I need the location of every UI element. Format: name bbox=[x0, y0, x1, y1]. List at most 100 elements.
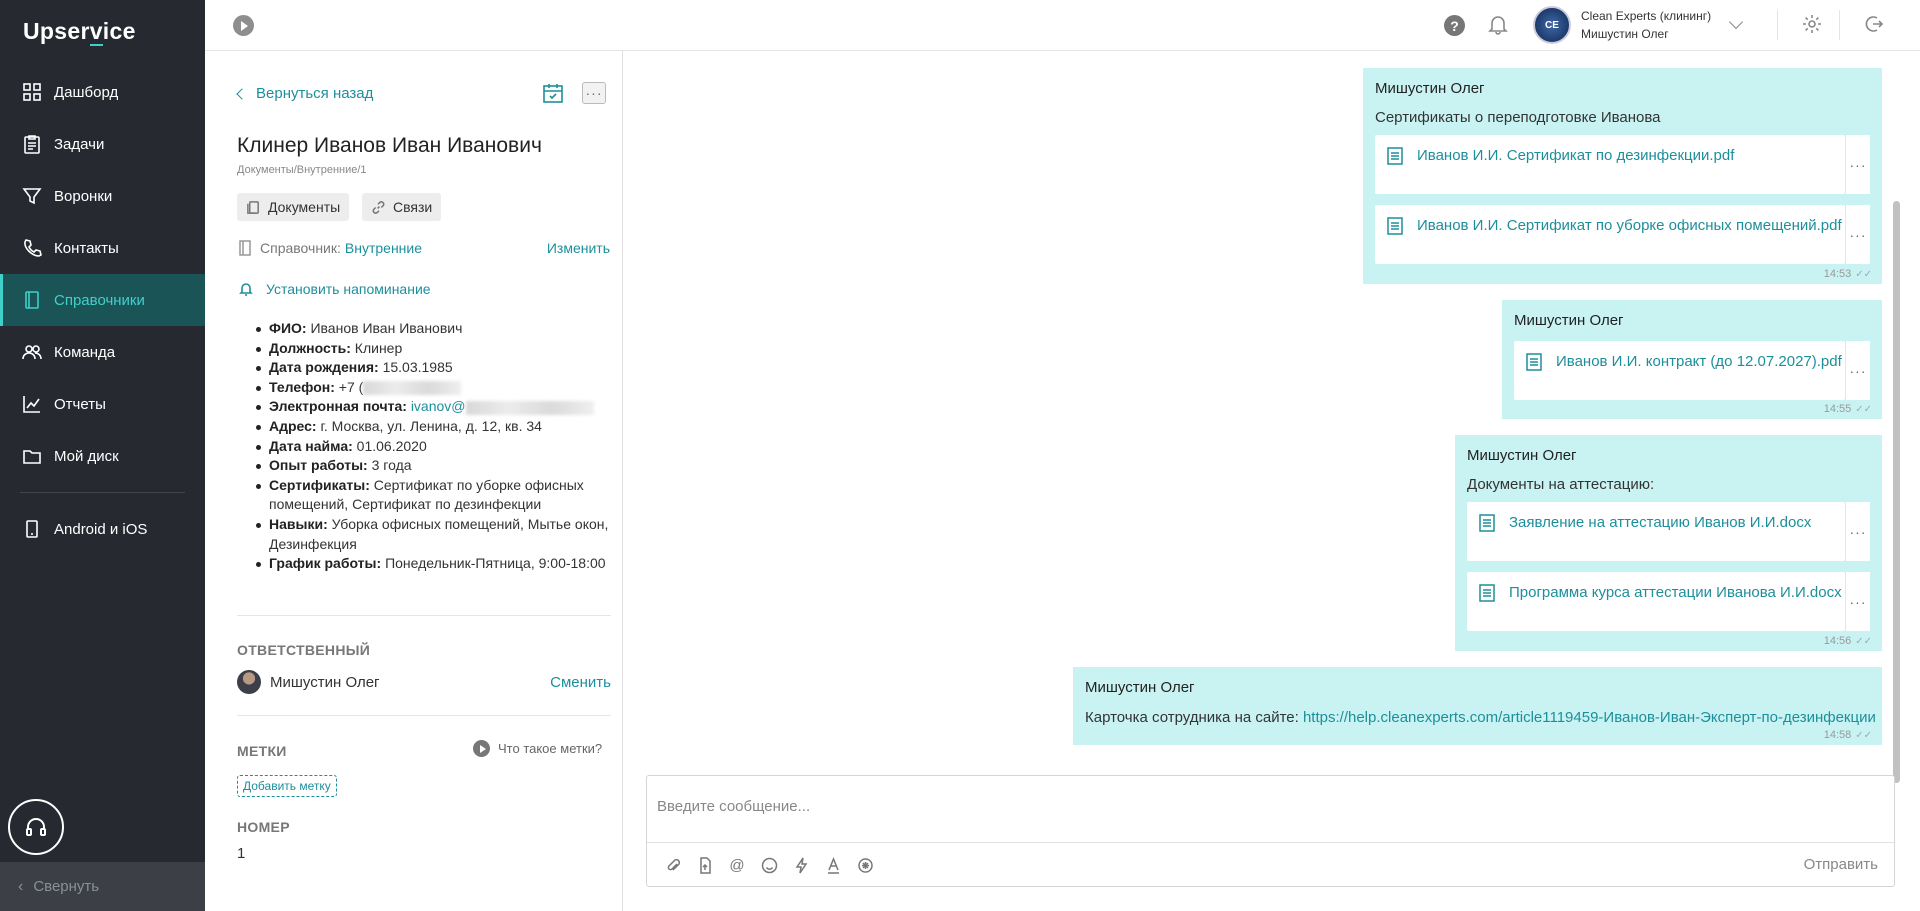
logout-icon[interactable] bbox=[1862, 13, 1884, 35]
file-attachment[interactable]: Иванов И.И. Сертификат по дезинфекции.pd… bbox=[1375, 135, 1870, 194]
file-menu-button[interactable]: ··· bbox=[1845, 341, 1870, 400]
bell-icon[interactable] bbox=[1487, 13, 1509, 35]
support-headset-button[interactable] bbox=[8, 799, 64, 855]
lightning-icon[interactable] bbox=[790, 854, 812, 876]
divider bbox=[237, 715, 611, 716]
send-button[interactable]: Отправить bbox=[1804, 856, 1878, 873]
sidebar-item-label: Отчеты bbox=[54, 395, 106, 413]
field-key: ФИО: bbox=[269, 320, 307, 336]
documents-button[interactable]: Документы bbox=[237, 193, 350, 221]
reminder-label: Установить напоминание bbox=[266, 281, 431, 297]
field-value: Понедельник-Пятница, 9:00-18:00 bbox=[385, 555, 606, 572]
ai-assist-icon[interactable] bbox=[854, 854, 876, 876]
play-icon bbox=[473, 740, 490, 757]
avatar bbox=[237, 670, 261, 694]
message-author: Мишустин Олег bbox=[1375, 80, 1485, 97]
file-menu-button[interactable]: ··· bbox=[1845, 135, 1870, 194]
responsible-name: Мишустин Олег bbox=[270, 673, 380, 691]
message-author: Мишустин Олег bbox=[1514, 312, 1624, 329]
file-name[interactable]: Иванов И.И. Сертификат по дезинфекции.pd… bbox=[1417, 147, 1734, 164]
sidebar-item-reports[interactable]: Отчеты bbox=[0, 378, 205, 430]
sidebar-item-my-disk[interactable]: Мой диск bbox=[0, 430, 205, 482]
text-format-icon[interactable] bbox=[822, 854, 844, 876]
message-input[interactable] bbox=[647, 776, 1894, 836]
file-name[interactable]: Иванов И.И. контракт (до 12.07.2027).pdf bbox=[1556, 353, 1842, 370]
responsible-heading: ОТВЕТСТВЕННЫЙ bbox=[237, 642, 371, 658]
sidebar-item-label: Задачи bbox=[54, 135, 105, 153]
field-key: График работы: bbox=[269, 555, 382, 572]
set-reminder-link[interactable]: Установить напоминание bbox=[238, 281, 431, 297]
chat-scrollbar[interactable] bbox=[1893, 201, 1900, 783]
file-name[interactable]: Заявление на аттестацию Иванов И.И.docx bbox=[1509, 514, 1811, 531]
file-menu-button[interactable]: ··· bbox=[1845, 205, 1870, 264]
file-menu-button[interactable]: ··· bbox=[1845, 502, 1870, 561]
field-key: Адрес: bbox=[269, 417, 317, 434]
file-attachment[interactable]: Иванов И.И. контракт (до 12.07.2027).pdf… bbox=[1514, 341, 1870, 400]
clipboard-icon bbox=[22, 134, 42, 154]
gear-icon[interactable] bbox=[1801, 13, 1823, 35]
app-logo[interactable]: Upservice bbox=[23, 18, 136, 46]
dashboard-icon bbox=[22, 82, 42, 102]
field-key: Телефон: bbox=[269, 378, 335, 395]
mention-icon[interactable]: @ bbox=[726, 854, 748, 876]
list-item: Опыт работы: 3 года bbox=[256, 456, 609, 476]
file-name[interactable]: Иванов И.И. Сертификат по уборке офисных… bbox=[1417, 217, 1842, 234]
user-menu[interactable]: CE Clean Experts (клининг) Мишустин Олег bbox=[1533, 6, 1744, 44]
paperclip-icon[interactable] bbox=[662, 854, 684, 876]
more-options-button[interactable]: ··· bbox=[582, 82, 606, 104]
divider bbox=[237, 615, 611, 616]
read-check-icon: ✓✓ bbox=[1855, 268, 1872, 280]
sidebar-item-mobile-apps[interactable]: Android и iOS bbox=[0, 503, 205, 555]
emoji-icon[interactable] bbox=[758, 854, 780, 876]
what-are-tags-link[interactable]: Что такое метки? bbox=[473, 740, 623, 757]
play-video-icon[interactable] bbox=[233, 15, 254, 36]
message-link[interactable]: https://help.cleanexperts.com/article111… bbox=[1303, 709, 1876, 726]
file-attachment[interactable]: Заявление на аттестацию Иванов И.И.docx … bbox=[1467, 502, 1870, 561]
time-label: 14:53 bbox=[1823, 268, 1852, 280]
calendar-icon[interactable] bbox=[541, 81, 565, 105]
back-link[interactable]: Вернуться назад bbox=[236, 85, 374, 102]
sidebar-item-funnels[interactable]: Воронки bbox=[0, 170, 205, 222]
email-link[interactable]: ivanov@ bbox=[411, 398, 466, 414]
message-text: Документы на аттестацию: bbox=[1467, 476, 1655, 493]
collapse-sidebar-button[interactable]: ‹ Свернуть bbox=[0, 862, 205, 911]
page-title: Клинер Иванов Иван Иванович bbox=[237, 134, 542, 157]
add-tag-button[interactable]: Добавить метку bbox=[237, 775, 337, 797]
sidebar-item-contacts[interactable]: Контакты bbox=[0, 222, 205, 274]
field-key: Сертификаты: bbox=[269, 476, 370, 493]
field-key: Опыт работы: bbox=[269, 457, 368, 474]
document-icon bbox=[1526, 353, 1542, 371]
help-icon[interactable]: ? bbox=[1444, 15, 1465, 36]
file-menu-button[interactable]: ··· bbox=[1845, 572, 1870, 631]
divider bbox=[1839, 10, 1840, 40]
phone-icon bbox=[22, 238, 42, 258]
attach-document-icon[interactable] bbox=[694, 854, 716, 876]
sidebar-item-dashboard[interactable]: Дашборд bbox=[0, 66, 205, 118]
list-item: Дата найма: 01.06.2020 bbox=[256, 437, 609, 457]
links-button[interactable]: Связи bbox=[362, 193, 442, 221]
collapse-label: Свернуть bbox=[33, 878, 100, 895]
change-reference-link[interactable]: Изменить bbox=[547, 240, 610, 256]
message-composer: @ Отправить bbox=[646, 775, 1895, 887]
file-name[interactable]: Программа курса аттестации Иванова И.И.d… bbox=[1509, 584, 1842, 601]
file-attachment[interactable]: Программа курса аттестации Иванова И.И.d… bbox=[1467, 572, 1870, 631]
sidebar-item-tasks[interactable]: Задачи bbox=[0, 118, 205, 170]
message-text: Карточка сотрудника на сайте: https://he… bbox=[1085, 709, 1876, 726]
sidebar: Upservice Дашборд Задачи Воронки Контакт… bbox=[0, 0, 205, 911]
sidebar-item-team[interactable]: Команда bbox=[0, 326, 205, 378]
read-check-icon: ✓✓ bbox=[1855, 403, 1872, 415]
file-attachment[interactable]: Иванов И.И. Сертификат по уборке офисных… bbox=[1375, 205, 1870, 264]
org-name: Clean Experts (клининг) bbox=[1581, 9, 1712, 23]
sidebar-item-references[interactable]: Справочники bbox=[0, 274, 205, 326]
chart-icon bbox=[22, 394, 42, 414]
change-responsible-link[interactable]: Сменить bbox=[550, 674, 611, 691]
reference-value-link[interactable]: Внутренние bbox=[345, 240, 422, 256]
field-value: +7 ( bbox=[338, 378, 364, 395]
back-label: Вернуться назад bbox=[256, 85, 374, 102]
field-key: Дата найма: bbox=[269, 437, 353, 454]
sidebar-item-label: Контакты bbox=[54, 239, 119, 257]
time-label: 14:58 bbox=[1823, 729, 1852, 741]
divider bbox=[1777, 10, 1778, 40]
list-item: ФИО: Иванов Иван Иванович bbox=[256, 319, 609, 339]
funnel-icon bbox=[22, 186, 42, 206]
